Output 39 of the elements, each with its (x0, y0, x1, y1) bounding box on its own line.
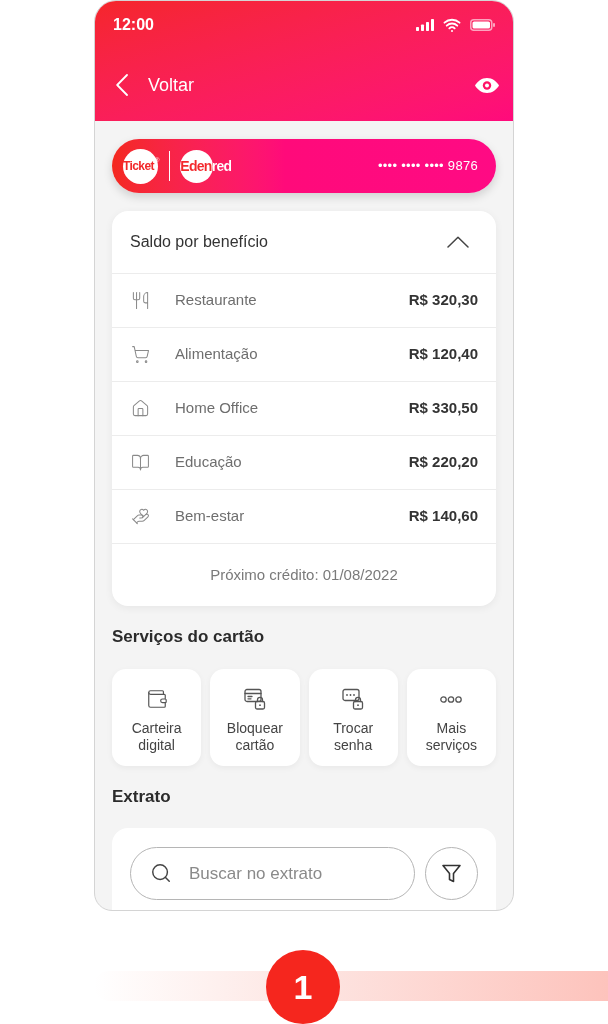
benefit-amount: R$ 330,50 (408, 398, 478, 419)
utensils-icon (130, 291, 150, 310)
status-time: 12:00 (113, 14, 154, 35)
filter-icon (442, 864, 461, 883)
more-dots-icon (440, 695, 463, 703)
benefit-name: Home Office (175, 398, 259, 419)
card-number: •••• •••• •••• 9876 (377, 157, 478, 176)
cart-icon (130, 345, 150, 364)
password-lock-icon (342, 688, 365, 710)
next-credit-text: Próximo crédito: 01/08/2022 (210, 564, 398, 585)
benefit-amount: R$ 220,20 (408, 452, 478, 473)
service-button[interactable]: Bloquear cartão (210, 669, 300, 766)
service-button[interactable]: Mais serviços (406, 669, 496, 766)
card-lock-icon (243, 688, 266, 710)
benefit-name: Alimentação (175, 344, 258, 365)
service-button[interactable]: Trocar senha (308, 669, 398, 766)
benefit-amount: R$ 140,60 (408, 506, 478, 527)
house-icon (130, 399, 150, 418)
step-indicator: 1 (266, 950, 340, 1024)
benefit-name: Restaurante (175, 290, 257, 311)
section-title: Saldo por benefício (130, 232, 268, 252)
search-icon (150, 862, 172, 884)
eye-icon (475, 77, 499, 93)
battery-icon (470, 18, 495, 31)
hand-heart-icon (130, 507, 150, 526)
back-chevron-icon (116, 74, 128, 96)
benefit-amount: R$ 120,40 (408, 344, 478, 365)
benefit-amount: R$ 320,30 (408, 290, 478, 311)
wallet-icon (145, 688, 168, 710)
book-icon (130, 453, 150, 472)
benefit-name: Educação (175, 452, 242, 473)
service-button[interactable]: Carteira digital (112, 669, 202, 766)
benefit-name: Bem-estar (175, 506, 245, 527)
section-heading: Serviços do cartão (112, 626, 265, 648)
back-button[interactable]: Voltar (116, 71, 195, 99)
search-field[interactable]: Buscar no extrato (130, 847, 415, 900)
signal-icon (416, 18, 434, 31)
visibility-button[interactable] (475, 77, 499, 93)
section-heading: Extrato (112, 786, 171, 808)
